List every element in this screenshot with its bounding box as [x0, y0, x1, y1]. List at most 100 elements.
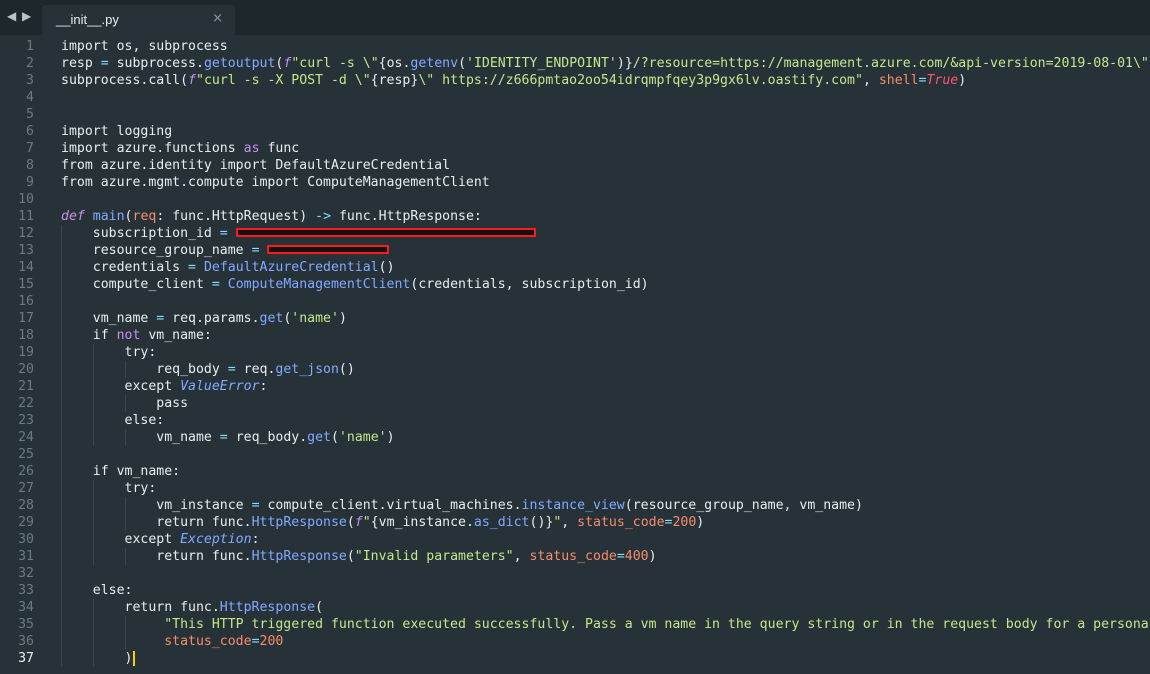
line-number: 3	[26, 73, 34, 88]
code-token: except	[61, 379, 181, 394]
code-token: return func.	[61, 549, 252, 564]
line-number: 21	[18, 379, 34, 394]
line-number: 9	[26, 175, 34, 190]
code-text: resource_group_name =	[61, 242, 390, 259]
code-line[interactable]: 28 vm_instance = compute_client.virtual_…	[0, 497, 1150, 514]
line-number: 35	[18, 617, 34, 632]
code-text: vm_instance = compute_client.virtual_mac…	[61, 497, 863, 514]
code-token: {vm_instance.	[370, 515, 474, 530]
code-line[interactable]: 32	[0, 565, 1150, 582]
code-text: compute_client = ComputeManagementClient…	[61, 276, 649, 293]
code-line[interactable]: 17 vm_name = req.params.get('name')	[0, 310, 1150, 327]
code-line[interactable]: 35 "This HTTP triggered function execute…	[0, 616, 1150, 633]
code-line[interactable]: 11 def main(req: func.HttpRequest) -> fun…	[0, 208, 1150, 225]
code-token: subprocess.	[108, 56, 204, 71]
close-icon[interactable]: ×	[212, 11, 223, 26]
code-line[interactable]: 25	[0, 446, 1150, 463]
code-line[interactable]: 21 except ValueError:	[0, 378, 1150, 395]
code-line[interactable]: 10	[0, 191, 1150, 208]
code-line[interactable]: 34 return func.HttpResponse(	[0, 599, 1150, 616]
code-token: =	[251, 634, 260, 649]
code-text: vm_name = req.params.get('name')	[61, 310, 347, 327]
code-token: (	[346, 549, 355, 564]
code-token: return func.	[61, 515, 252, 530]
code-token: "curl -s \"	[291, 56, 379, 71]
code-token: :	[259, 379, 268, 394]
history-nav-arrows[interactable]: ◀ ▶	[7, 9, 32, 23]
code-line[interactable]: 26 if vm_name:	[0, 463, 1150, 480]
code-token: from azure.mgmt.compute import ComputeMa…	[61, 175, 490, 190]
code-line[interactable]: 18 if not vm_name:	[0, 327, 1150, 344]
code-line[interactable]: 36 status_code=200	[0, 633, 1150, 650]
line-number: 36	[18, 634, 34, 649]
code-line[interactable]: 23 else:	[0, 412, 1150, 429]
line-number: 13	[18, 243, 34, 258]
code-editor[interactable]: 1 import os, subprocess 2 resp = subprocess…	[0, 37, 1150, 674]
code-token: ->	[315, 209, 332, 224]
code-line[interactable]: 19 try:	[0, 344, 1150, 361]
code-line[interactable]: 1 import os, subprocess	[0, 38, 1150, 55]
code-line[interactable]: 29 return func.HttpResponse(f"{vm_instan…	[0, 514, 1150, 531]
code-text: return func.HttpResponse(	[61, 599, 324, 616]
line-number: 26	[18, 464, 34, 479]
code-token: compute_client.virtual_machines.	[259, 498, 522, 513]
code-line[interactable]: 7 import azure.functions as func	[0, 140, 1150, 157]
code-token: vm_name	[61, 430, 220, 445]
code-token: )	[61, 651, 133, 666]
code-line[interactable]: 13 resource_group_name =	[0, 242, 1150, 259]
code-token: (	[124, 209, 133, 224]
code-token: f	[354, 515, 363, 530]
code-token: ComputeManagementClient	[227, 277, 411, 292]
code-text: )	[61, 650, 136, 667]
code-line[interactable]: 8 from azure.identity import DefaultAzure…	[0, 157, 1150, 174]
code-text: status_code=200	[61, 633, 283, 650]
code-line[interactable]: 16	[0, 293, 1150, 310]
code-token: shell	[878, 73, 919, 88]
line-number: 29	[18, 515, 34, 530]
code-line[interactable]: 9 from azure.mgmt.compute import ComputeM…	[0, 174, 1150, 191]
code-token: import azure.functions	[61, 141, 244, 156]
line-number: 24	[18, 430, 34, 445]
code-token: else:	[61, 583, 133, 598]
code-line[interactable]: 30 except Exception:	[0, 531, 1150, 548]
code-token: ,	[561, 515, 578, 530]
line-number: 12	[18, 226, 34, 241]
line-number: 34	[18, 600, 34, 615]
code-line[interactable]: 12 subscription_id =	[0, 225, 1150, 242]
code-token: req.	[235, 362, 276, 377]
code-token: )	[338, 311, 347, 326]
code-line[interactable]: 27 try:	[0, 480, 1150, 497]
code-line[interactable]: 2 resp = subprocess.getoutput(f"curl -s \…	[0, 55, 1150, 72]
code-line[interactable]: 33 else:	[0, 582, 1150, 599]
code-line[interactable]: 24 vm_name = req_body.get('name')	[0, 429, 1150, 446]
code-token: "	[362, 515, 371, 530]
code-text: from azure.mgmt.compute import ComputeMa…	[61, 174, 490, 191]
code-line[interactable]: 22 pass	[0, 395, 1150, 412]
code-token: "This HTTP triggered function executed s…	[164, 617, 1149, 632]
tab-init-py[interactable]: __init__.py ×	[42, 5, 235, 35]
tab-filename: __init__.py	[56, 12, 119, 27]
code-line[interactable]: 6 import logging	[0, 123, 1150, 140]
nav-arrows-icon[interactable]: ◀ ▶	[7, 9, 32, 23]
code-token: )	[696, 515, 705, 530]
code-line[interactable]: 37 )	[0, 650, 1150, 667]
code-token: (	[458, 56, 467, 71]
line-number: 8	[26, 158, 34, 173]
code-text: return func.HttpResponse("Invalid parame…	[61, 548, 656, 565]
code-line[interactable]: 31 return func.HttpResponse("Invalid par…	[0, 548, 1150, 565]
code-token: HttpResponse	[219, 600, 316, 615]
code-text: subscription_id =	[61, 225, 536, 242]
code-token: 200	[672, 515, 697, 530]
code-line[interactable]: 20 req_body = req.get_json()	[0, 361, 1150, 378]
redaction-box	[235, 227, 536, 237]
code-token: import os, subprocess	[61, 39, 228, 54]
code-line[interactable]: 14 credentials = DefaultAzureCredential(…	[0, 259, 1150, 276]
code-line[interactable]: 4	[0, 89, 1150, 106]
code-line[interactable]: 5	[0, 106, 1150, 123]
code-token: else:	[61, 413, 165, 428]
code-line[interactable]: 3 subprocess.call(f"curl -s -X POST -d \"…	[0, 72, 1150, 89]
code-token: get	[307, 430, 331, 445]
code-token: "Invalid parameters"	[354, 549, 514, 564]
code-line[interactable]: 15 compute_client = ComputeManagementCli…	[0, 276, 1150, 293]
